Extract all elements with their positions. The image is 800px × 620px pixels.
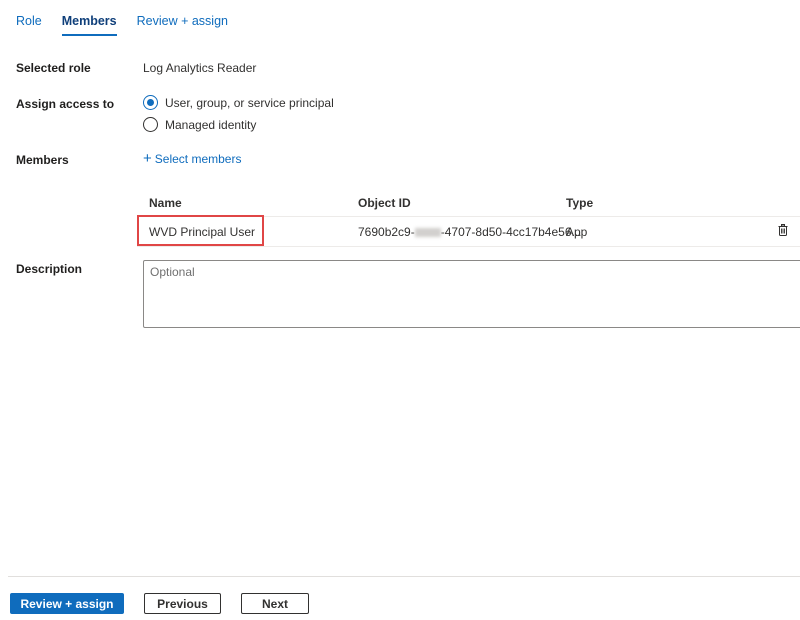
tab-review-assign[interactable]: Review + assign	[137, 14, 228, 36]
table-header: Name Object ID Type	[137, 190, 800, 217]
previous-button[interactable]: Previous	[144, 593, 221, 614]
member-name: WVD Principal User	[149, 224, 256, 239]
wizard-tabs: Role Members Review + assign	[16, 14, 248, 36]
member-object-id: 7690b2c9- -4707-8d50-4cc17b4e56...	[358, 224, 582, 239]
footer-divider	[8, 576, 800, 577]
next-button[interactable]: Next	[241, 593, 309, 614]
selected-role-label: Selected role	[16, 61, 91, 75]
member-type: App	[566, 224, 588, 239]
object-id-prefix: 7690b2c9-	[358, 224, 415, 239]
plus-icon: +	[143, 150, 152, 167]
members-label: Members	[16, 153, 69, 167]
selected-role-value: Log Analytics Reader	[143, 61, 257, 75]
description-label: Description	[16, 262, 83, 276]
select-members-link[interactable]: + Select members	[143, 151, 241, 166]
description-input[interactable]	[143, 260, 800, 328]
radio-label: Managed identity	[165, 117, 257, 132]
radio-unchecked-icon[interactable]	[143, 117, 158, 132]
tab-role[interactable]: Role	[16, 14, 42, 36]
radio-checked-icon[interactable]	[143, 95, 158, 110]
radio-user-group-sp[interactable]: User, group, or service principal	[143, 95, 334, 110]
delete-icon[interactable]	[778, 224, 788, 236]
tab-members[interactable]: Members	[61, 14, 117, 36]
column-header-name: Name	[149, 196, 182, 210]
review-assign-button[interactable]: Review + assign	[10, 593, 124, 614]
redacted-segment	[414, 227, 441, 237]
object-id-suffix: -4707-8d50-4cc17b4e56...	[440, 224, 582, 239]
column-header-object-id: Object ID	[358, 196, 411, 210]
select-members-text: Select members	[154, 151, 242, 166]
members-table: Name Object ID Type WVD Principal User 7…	[137, 190, 800, 247]
radio-managed-identity[interactable]: Managed identity	[143, 117, 256, 132]
assign-access-label: Assign access to	[16, 97, 115, 111]
table-row: WVD Principal User 7690b2c9- -4707-8d50-4…	[137, 215, 800, 247]
radio-label: User, group, or service principal	[165, 95, 334, 110]
column-header-type: Type	[566, 196, 594, 210]
